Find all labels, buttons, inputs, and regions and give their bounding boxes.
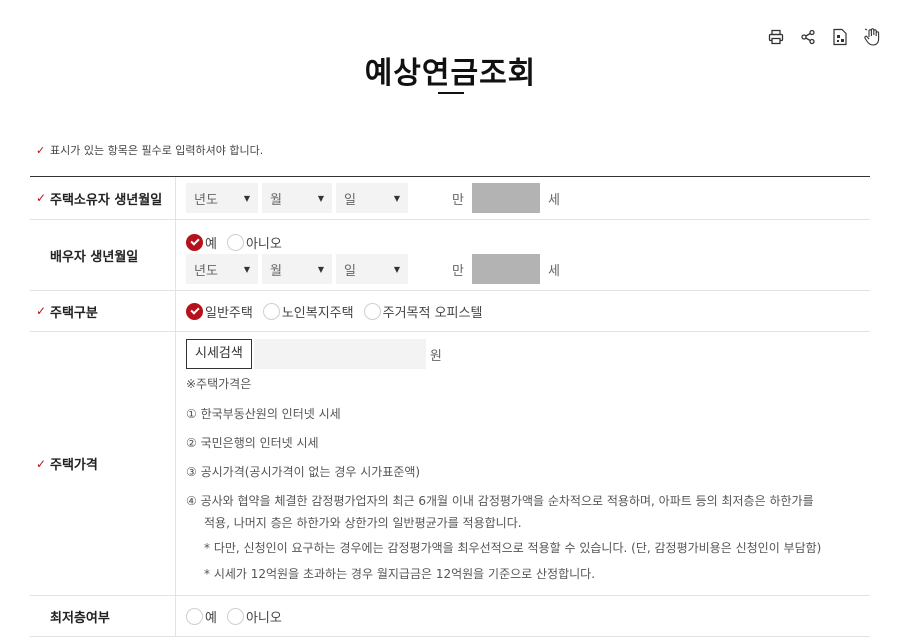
price-note-1: ① 한국부동산원의 인터넷 시세 xyxy=(186,407,341,421)
price-note-3: ③ 공시가격(공시가격이 없는 경우 시가표준액) xyxy=(186,465,421,479)
age-prefix: 만 xyxy=(452,192,464,208)
radio-empty-icon xyxy=(363,302,381,320)
spouse-birth-month-select[interactable]: 월 ▼ xyxy=(262,254,332,284)
spouse-birth-day-select[interactable]: 일 ▼ xyxy=(336,254,408,284)
price-note-4: ④ 공사와 협약을 체결한 감정평가업자의 최근 6개월 이내 감정평가액을 순… xyxy=(186,494,814,508)
house-type-options: 일반주택 노인복지주택 주거목적 오피스텔 xyxy=(176,291,870,331)
chevron-down-icon: ▼ xyxy=(243,193,250,203)
spouse-birth-year-select[interactable]: 년도 ▼ xyxy=(186,254,258,284)
page-title: 예상연금조회 xyxy=(364,56,537,91)
owner-birth-year-select[interactable]: 년도 ▼ xyxy=(186,183,258,213)
share-icon[interactable] xyxy=(799,26,817,48)
hand-touch-icon[interactable] xyxy=(863,26,881,48)
toolbar xyxy=(767,26,881,48)
chevron-down-icon: ▼ xyxy=(393,193,400,203)
chevron-down-icon: ▼ xyxy=(317,193,324,203)
radio-checked-icon xyxy=(186,233,203,251)
house-price-fields: 시세검색 원 ※주택가격은 ① 한국부동산원의 인터넷 시세 ② 국민은행의 인… xyxy=(176,332,870,595)
radio-empty-icon xyxy=(226,233,244,251)
lowest-floor-no-radio[interactable]: 아니오 xyxy=(226,607,282,626)
price-note-title: ※주택가격은 xyxy=(186,377,252,391)
owner-birth-month-select[interactable]: 월 ▼ xyxy=(262,183,332,213)
spouse-no-radio[interactable]: 아니오 xyxy=(226,233,282,252)
label-house-price: ✓ 주택가격 xyxy=(30,332,176,595)
spouse-yes-radio[interactable]: 예 xyxy=(186,233,217,252)
spouse-birth-fields: 예 아니오 년도 ▼ 월 ▼ 일 ▼ 만 세 xyxy=(176,220,870,290)
price-search-button[interactable]: 시세검색 xyxy=(186,339,252,369)
radio-empty-icon xyxy=(262,302,280,320)
required-notice-text: 표시가 있는 항목은 필수로 입력하셔야 합니다. xyxy=(50,144,264,157)
pension-form: ✓ 주택소유자 생년월일 년도 ▼ 월 ▼ 일 ▼ 만 세 배우자 생년월일 예 아니… xyxy=(30,176,870,637)
owner-birth-day-select[interactable]: 일 ▼ xyxy=(336,183,408,213)
house-type-senior-radio[interactable]: 노인복지주택 xyxy=(262,302,354,321)
label-owner-birth: ✓ 주택소유자 생년월일 xyxy=(30,177,176,219)
required-check-icon: ✓ xyxy=(36,304,47,318)
price-note-4-cont: 적용, 나머지 층은 하한가와 상한가의 일반평균가를 적용합니다. xyxy=(204,516,522,530)
radio-checked-icon xyxy=(186,302,203,320)
lowest-floor-yes-radio[interactable]: 예 xyxy=(186,607,217,626)
required-check-icon: ✓ xyxy=(36,191,47,205)
age-prefix: 만 xyxy=(452,263,464,279)
radio-empty-icon xyxy=(226,607,244,625)
house-type-general-radio[interactable]: 일반주택 xyxy=(186,302,253,321)
house-type-officetel-radio[interactable]: 주거목적 오피스텔 xyxy=(363,302,482,321)
owner-age-box xyxy=(471,183,540,213)
radio-empty-icon xyxy=(186,607,203,625)
chevron-down-icon: ▼ xyxy=(393,264,400,274)
price-sub-note-1: * 다만, 신청인이 요구하는 경우에는 감정평가액을 최우선적으로 적용할 수… xyxy=(204,541,822,555)
age-unit: 세 xyxy=(547,192,560,208)
title-underline xyxy=(438,92,464,94)
spouse-age-box xyxy=(471,254,540,284)
chevron-down-icon: ▼ xyxy=(243,264,250,274)
row-lowest-floor: 최저층여부 예 아니오 xyxy=(30,596,870,637)
row-owner-birth: ✓ 주택소유자 생년월일 년도 ▼ 월 ▼ 일 ▼ 만 세 xyxy=(30,177,870,220)
owner-birth-fields: 년도 ▼ 월 ▼ 일 ▼ 만 세 xyxy=(176,177,870,219)
print-icon[interactable] xyxy=(767,26,785,48)
qr-document-icon[interactable] xyxy=(831,26,849,48)
required-check-icon: ✓ xyxy=(36,143,46,157)
row-house-type: ✓ 주택구분 일반주택 노인복지주택 주거목적 오피스텔 xyxy=(30,291,870,332)
label-house-type: ✓ 주택구분 xyxy=(30,291,176,331)
lowest-floor-options: 예 아니오 xyxy=(176,596,870,636)
required-notice: ✓ 표시가 있는 항목은 필수로 입력하셔야 합니다. xyxy=(36,142,263,158)
price-note-2: ② 국민은행의 인터넷 시세 xyxy=(186,436,319,450)
house-price-input[interactable] xyxy=(253,339,426,369)
required-check-icon: ✓ xyxy=(36,456,47,471)
label-spouse-birth: 배우자 생년월일 xyxy=(30,220,176,290)
price-unit: 원 xyxy=(429,348,442,364)
price-sub-note-2: * 시세가 12억원을 초과하는 경우 월지급금은 12억원을 기준으로 산정합… xyxy=(204,567,596,581)
age-unit: 세 xyxy=(547,263,560,279)
row-house-price: ✓ 주택가격 시세검색 원 ※주택가격은 ① 한국부동산원의 인터넷 시세 ② … xyxy=(30,332,870,596)
chevron-down-icon: ▼ xyxy=(317,264,324,274)
row-spouse-birth: 배우자 생년월일 예 아니오 년도 ▼ 월 ▼ 일 ▼ 만 세 xyxy=(30,220,870,291)
label-lowest-floor: 최저층여부 xyxy=(30,596,176,636)
